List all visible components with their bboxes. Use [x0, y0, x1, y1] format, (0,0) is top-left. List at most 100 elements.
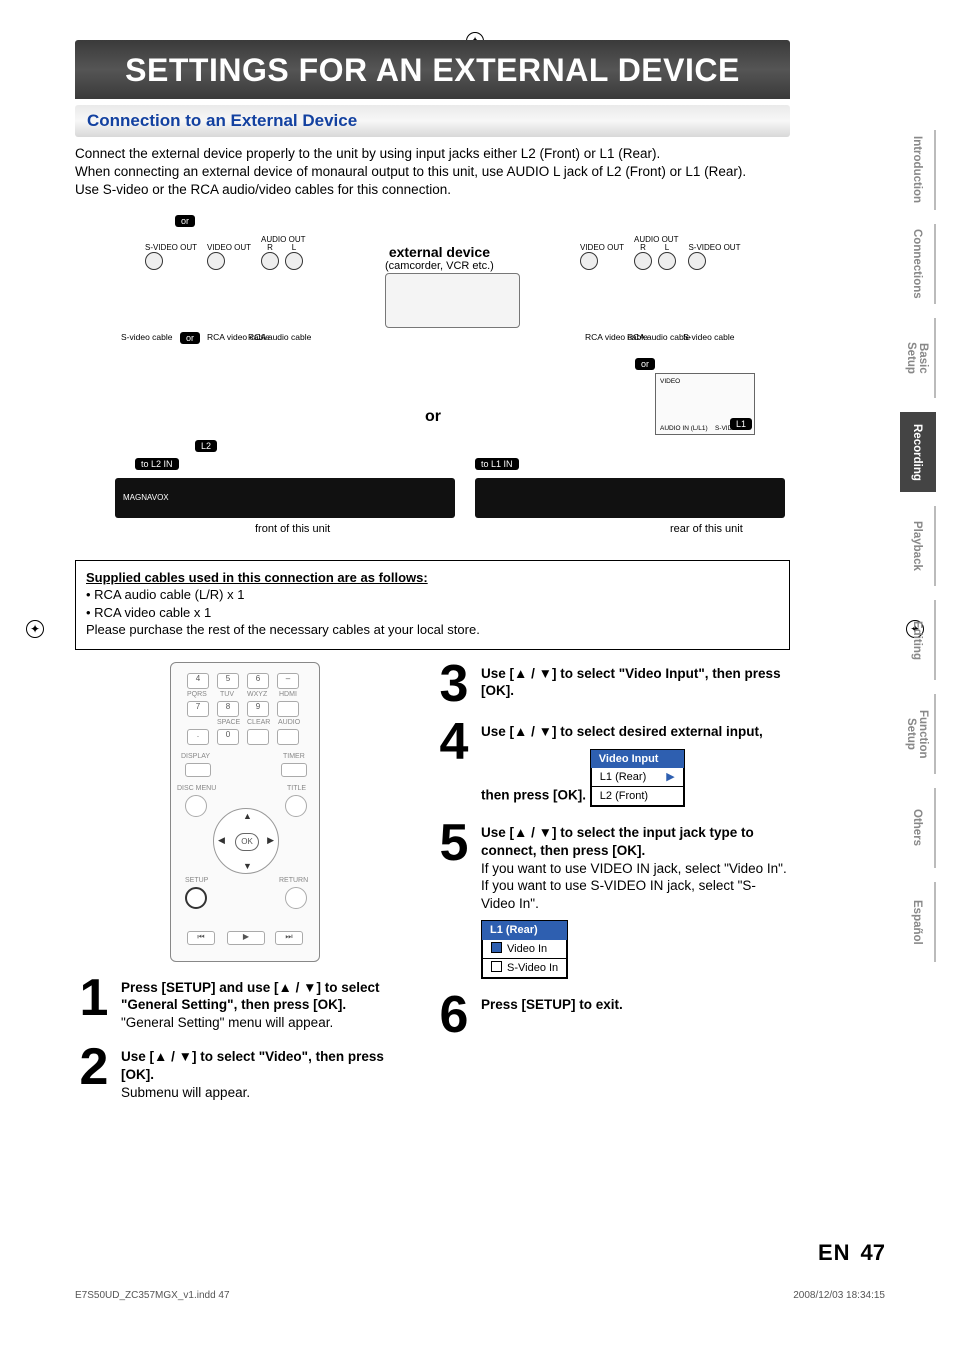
- or-badge: or: [175, 215, 195, 227]
- caption-rear: rear of this unit: [670, 523, 743, 535]
- menu-row: Video In: [483, 940, 566, 958]
- supplied-title: Supplied cables used in this connection …: [86, 569, 779, 587]
- remote-illustration: 4 5 6 – PQRS TUV WXYZ HDMI 7 8 9 SPACE C…: [170, 662, 320, 962]
- key-ok: OK: [235, 833, 259, 851]
- imprint-footer: E7S50UD_ZC357MGX_v1.indd 47 2008/12/03 1…: [75, 1290, 885, 1301]
- key-sub: PQRS: [187, 691, 207, 698]
- intro-line: When connecting an external device of mo…: [75, 163, 790, 181]
- tab-connections: Connections: [900, 224, 936, 304]
- lang-code: EN: [818, 1240, 851, 1266]
- key-7: 7: [187, 701, 209, 717]
- video-jack-icon: [580, 252, 598, 270]
- step-sub: Submenu will appear.: [121, 1084, 415, 1102]
- tab-editing: Editing: [900, 600, 936, 680]
- jack-label: L: [285, 244, 303, 252]
- key-dash: –: [277, 673, 299, 689]
- step-sub: If you want to use VIDEO IN jack, select…: [481, 860, 790, 878]
- key-setup: [185, 887, 207, 909]
- checkbox-icon: [491, 961, 502, 972]
- rear-unit-illustration: [475, 478, 785, 518]
- step-text: Press [SETUP] and use [▲ / ▼] to select …: [121, 980, 380, 1013]
- key-blank: [247, 729, 269, 745]
- caption-front: front of this unit: [255, 523, 330, 535]
- key-next: ⏭: [275, 931, 303, 945]
- or-badge: or: [180, 332, 200, 344]
- supplied-note: Please purchase the rest of the necessar…: [86, 621, 779, 639]
- intro-paragraph: Connect the external device properly to …: [75, 145, 790, 200]
- cable-label: RCA audio cable: [627, 333, 690, 342]
- audio-jack-icon: [285, 252, 303, 270]
- intro-line: Use S-video or the RCA audio/video cable…: [75, 181, 790, 199]
- to-l1-label: to L1 IN: [475, 458, 519, 470]
- menu-header: L1 (Rear): [482, 921, 567, 939]
- key-display: [185, 763, 211, 777]
- supplied-cables-box: Supplied cables used in this connection …: [75, 560, 790, 650]
- tab-others: Others: [900, 788, 936, 868]
- key-sub: HDMI: [279, 691, 297, 698]
- audio-jack-icon: [658, 252, 676, 270]
- ext-device-title: external device: [385, 244, 494, 260]
- step-number: 1: [75, 976, 113, 1032]
- key-sub: TUV: [220, 691, 234, 698]
- step-text: Use [▲ / ▼] to select "Video", then pres…: [121, 1049, 384, 1082]
- key-0: 0: [217, 729, 239, 745]
- arrow-up-icon: ▲: [243, 811, 252, 821]
- tab-espanol: Español: [900, 882, 936, 962]
- key-title: [285, 795, 307, 817]
- menu-item: L1 (Rear): [600, 770, 646, 784]
- section-tabs: Introduction Connections Basic Setup Rec…: [900, 130, 936, 962]
- crop-mark-icon: [26, 620, 44, 638]
- jack-label: S-VIDEO OUT: [688, 244, 740, 252]
- jack-label: L: [658, 244, 676, 252]
- step-number: 6: [435, 993, 473, 1037]
- key-9: 9: [247, 701, 269, 717]
- key-sub: SETUP: [185, 877, 208, 884]
- page-title: SETTINGS FOR AN EXTERNAL DEVICE: [75, 40, 790, 99]
- rear-panel-label: VIDEO: [660, 378, 680, 385]
- key-sub: WXYZ: [247, 691, 267, 698]
- step-number: 3: [435, 662, 473, 706]
- step-sub: "General Setting" menu will appear.: [121, 1014, 415, 1032]
- key-sub: TITLE: [287, 785, 306, 792]
- l2-badge: L2: [195, 440, 217, 452]
- select-indicator-icon: ▶: [666, 770, 674, 784]
- step-text: Use [▲ / ▼] to select the input jack typ…: [481, 825, 754, 858]
- front-unit-illustration: MAGNAVOX: [115, 478, 455, 518]
- arrow-down-icon: ▼: [243, 861, 252, 871]
- key-disc-menu: [185, 795, 207, 817]
- section-heading: Connection to an External Device: [75, 105, 790, 137]
- menu-item: L2 (Front): [600, 789, 648, 803]
- key-sub: DISPLAY: [181, 753, 210, 760]
- step-number: 4: [435, 720, 473, 807]
- cable-label: RCA audio cable: [248, 333, 311, 342]
- audio-jack-icon: [634, 252, 652, 270]
- l1-badge: L1: [730, 418, 752, 430]
- menu-row: L1 (Rear) ▶: [592, 768, 683, 786]
- intro-line: Connect the external device properly to …: [75, 145, 790, 163]
- section-heading-text: Connection to an External Device: [87, 111, 357, 130]
- imprint-date: 2008/12/03 18:34:15: [793, 1290, 885, 1301]
- l1-rear-menu: L1 (Rear) Video In S-Video In: [481, 920, 568, 979]
- key-dot: .: [187, 729, 209, 745]
- cable-label: S-video cable: [121, 333, 173, 342]
- key-5: 5: [217, 673, 239, 689]
- key-sub: TIMER: [283, 753, 305, 760]
- page-container: Introduction Connections Basic Setup Rec…: [75, 40, 885, 1115]
- key-return: [285, 887, 307, 909]
- tab-introduction: Introduction: [900, 130, 936, 210]
- step-sub: If you want to use S-VIDEO IN jack, sele…: [481, 877, 790, 912]
- menu-row: L2 (Front): [592, 786, 683, 805]
- cable-label: S-video cable: [683, 333, 735, 342]
- jack-label: VIDEO OUT: [207, 244, 251, 252]
- menu-item: Video In: [507, 943, 547, 955]
- step-number: 2: [75, 1045, 113, 1101]
- key-6: 6: [247, 673, 269, 689]
- key-timer: [281, 763, 307, 777]
- camcorder-icon: [385, 273, 520, 328]
- step-number: 5: [435, 821, 473, 979]
- menu-header: Video Input: [591, 750, 684, 768]
- dpad-icon: ▲ ▼ ◀ ▶ OK: [213, 808, 279, 874]
- key-blank: [277, 729, 299, 745]
- step-text: Press [SETUP] to exit.: [481, 997, 623, 1012]
- tab-function-setup: Function Setup: [900, 694, 936, 774]
